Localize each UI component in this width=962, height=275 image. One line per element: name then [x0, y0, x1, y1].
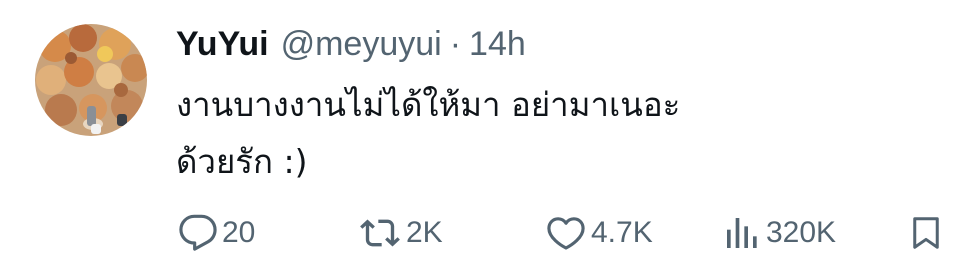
tweet-text: งานบางงานไม่ได้ให้มา อย่ามาเนอะ ด้วยรัก … [176, 76, 876, 190]
retweet-arrows-icon [360, 219, 400, 247]
avatar[interactable] [35, 24, 147, 136]
heart-icon [547, 217, 585, 250]
tweet-text-line-2: ด้วยรัก :) [176, 142, 308, 181]
like-count: 4.7K [591, 216, 653, 249]
views-button[interactable]: 320K [722, 205, 836, 261]
reply-count: 20 [222, 216, 256, 249]
display-name[interactable]: YuYui [176, 22, 269, 66]
action-bar: 20 2K 4.7K 320K [0, 205, 962, 261]
like-button[interactable]: 4.7K [545, 205, 653, 261]
tweet-header: YuYui @meyuyui · 14h [176, 22, 526, 66]
avatar-image [35, 24, 147, 136]
retweet-count: 2K [406, 216, 443, 249]
separator-dot: · [449, 25, 462, 63]
tweet-card[interactable]: YuYui @meyuyui · 14h งานบางงานไม่ได้ให้ม… [0, 0, 962, 275]
bookmark-button[interactable] [908, 205, 944, 261]
bookmark-icon [913, 217, 939, 249]
tweet-text-line-1: งานบางงานไม่ได้ให้มา อย่ามาเนอะ [176, 85, 681, 124]
reply-button[interactable]: 20 [178, 205, 255, 261]
timestamp[interactable]: 14h [469, 22, 526, 66]
bar-chart-icon [727, 218, 757, 248]
views-count: 320K [766, 216, 837, 249]
speech-bubble-icon [179, 214, 217, 251]
user-handle[interactable]: @meyuyui [281, 22, 442, 66]
retweet-button[interactable]: 2K [358, 205, 443, 261]
